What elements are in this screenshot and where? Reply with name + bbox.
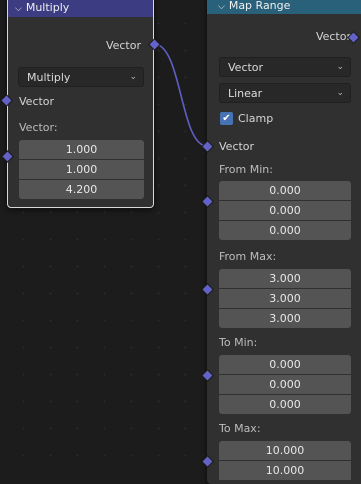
from-max-x-field[interactable]: 3.000: [219, 269, 351, 288]
clamp-label: Clamp: [238, 112, 274, 125]
multiply-output-label: Vector: [105, 39, 141, 52]
map-range-input-label: Vector: [219, 140, 255, 153]
to-max-label: To Max:: [219, 422, 261, 435]
multiply-operation-value: Multiply: [27, 70, 71, 84]
from-max-label: From Max:: [219, 250, 277, 263]
multiply-vector-x-field[interactable]: 1.000: [19, 140, 144, 159]
chevron-down-icon: ⌄: [129, 72, 137, 82]
chevron-down-icon[interactable]: ⌵: [218, 2, 225, 12]
to-max-y-field[interactable]: 10.000: [219, 461, 351, 480]
multiply-operation-dropdown[interactable]: Multiply ⌄: [18, 67, 144, 87]
to-min-y-field[interactable]: 0.000: [219, 375, 351, 394]
chevron-down-icon[interactable]: ⌵: [15, 4, 22, 14]
from-min-z-field[interactable]: 0.000: [219, 221, 351, 240]
multiply-vector-label: Vector:: [19, 121, 58, 134]
multiply-vector-z-field[interactable]: 4.200: [19, 180, 144, 199]
clamp-checkbox[interactable]: ✔: [220, 112, 233, 125]
chevron-down-icon: ⌄: [336, 88, 344, 98]
to-min-label: To Min:: [219, 336, 258, 349]
map-range-data-type-dropdown[interactable]: Vector ⌄: [219, 57, 351, 77]
to-min-x-field[interactable]: 0.000: [219, 355, 351, 374]
multiply-input-label: Vector: [19, 95, 55, 108]
multiply-vector-y-field[interactable]: 1.000: [19, 160, 144, 179]
from-min-y-field[interactable]: 0.000: [219, 201, 351, 220]
checkmark-icon: ✔: [222, 113, 231, 124]
map-range-node-title: Map Range: [228, 0, 291, 12]
from-min-label: From Min:: [219, 163, 273, 176]
multiply-node[interactable]: ⌵ Multiply Vector Multiply ⌄ Vector Vect…: [7, 0, 154, 208]
map-range-node-header[interactable]: ⌵ Map Range: [207, 0, 361, 14]
from-max-y-field[interactable]: 3.000: [219, 289, 351, 308]
from-min-x-field[interactable]: 0.000: [219, 181, 351, 200]
multiply-node-header[interactable]: ⌵ Multiply: [8, 0, 153, 17]
from-max-z-field[interactable]: 3.000: [219, 309, 351, 328]
map-range-output-label: Vector: [315, 30, 351, 43]
map-range-interpolation-value: Linear: [228, 86, 263, 100]
map-range-interpolation-dropdown[interactable]: Linear ⌄: [219, 83, 351, 103]
map-range-node[interactable]: ⌵ Map Range Vector Vector ⌄ Linear ⌄ ✔ C…: [207, 0, 361, 484]
to-max-x-field[interactable]: 10.000: [219, 441, 351, 460]
map-range-data-type-value: Vector: [228, 60, 264, 74]
to-min-z-field[interactable]: 0.000: [219, 395, 351, 414]
multiply-node-title: Multiply: [25, 1, 70, 14]
chevron-down-icon: ⌄: [336, 62, 344, 72]
